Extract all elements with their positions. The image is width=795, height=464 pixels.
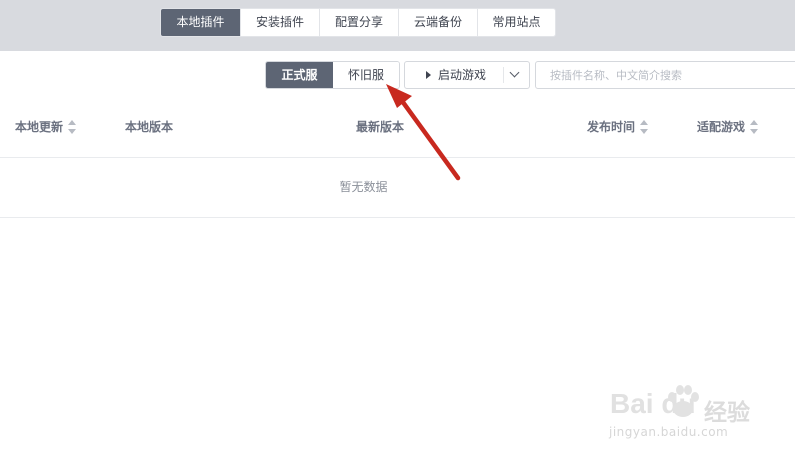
main-tabs: 本地插件 安装插件 配置分享 云端备份 常用站点 — [160, 8, 556, 37]
chevron-down-icon[interactable] — [509, 67, 520, 78]
column-release-date[interactable]: 发布时间 — [587, 112, 649, 142]
column-local-update-label: 本地更新 — [15, 120, 64, 134]
column-game-version[interactable]: 适配游戏 — [697, 112, 759, 142]
column-release-date-label: 发布时间 — [587, 120, 636, 134]
sort-icon[interactable] — [640, 119, 649, 134]
server-toggle: 正式服 怀旧服 — [265, 61, 400, 89]
column-latest-version: 最新版本 — [356, 112, 404, 142]
tab-local-plugins[interactable]: 本地插件 — [161, 9, 241, 36]
column-local-version: 本地版本 — [125, 112, 173, 142]
baidu-jingyan-watermark: Bai du 经验 jingyan.baidu.com — [580, 376, 780, 446]
table-bottom-divider — [0, 217, 795, 218]
tab-install-plugins[interactable]: 安装插件 — [241, 9, 320, 36]
tab-common-sites[interactable]: 常用站点 — [478, 9, 555, 36]
top-bar: 本地插件 安装插件 配置分享 云端备份 常用站点 — [0, 0, 795, 51]
launch-game-label: 启动游戏 — [438, 68, 487, 82]
tab-config-share[interactable]: 配置分享 — [320, 9, 399, 36]
column-game-version-label: 适配游戏 — [697, 120, 746, 134]
retail-server-button[interactable]: 正式服 — [266, 62, 333, 88]
play-icon — [426, 71, 431, 79]
paw-icon — [668, 385, 699, 417]
sort-icon[interactable] — [750, 119, 759, 134]
column-local-version-label: 本地版本 — [125, 120, 174, 134]
search-input[interactable] — [535, 61, 795, 89]
column-local-update[interactable]: 本地更新 — [15, 112, 77, 142]
classic-server-button[interactable]: 怀旧服 — [333, 62, 399, 88]
watermark-url: jingyan.baidu.com — [609, 425, 729, 439]
tab-cloud-backup[interactable]: 云端备份 — [399, 9, 478, 36]
watermark-suffix: 经验 — [704, 400, 750, 426]
empty-state: 暂无数据 — [339, 180, 388, 194]
dropdown-divider — [503, 67, 504, 83]
sort-icon[interactable] — [68, 119, 77, 134]
table-header: 本地更新 本地版本 最新版本 发布时间 适配游戏 — [0, 112, 795, 142]
launch-game-dropdown[interactable]: 启动游戏 — [404, 61, 530, 89]
column-latest-version-label: 最新版本 — [356, 120, 405, 134]
toolbar: 正式服 怀旧服 启动游戏 — [0, 61, 795, 89]
